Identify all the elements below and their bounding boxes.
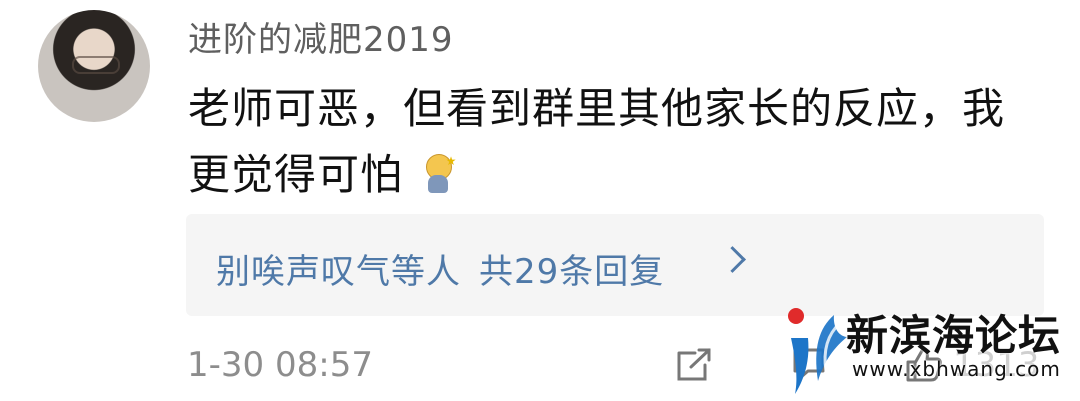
shy-emoji-icon: ★ (421, 152, 457, 196)
replies-link[interactable]: 别唉声叹气等人 共29条回复 (216, 244, 664, 293)
username[interactable]: 进阶的减肥2019 (188, 12, 454, 61)
chevron-right-icon (719, 246, 746, 273)
comment-line-1: 老师可恶，但看到群里其他家长的反应，我 (188, 84, 1006, 133)
site-watermark: 新滨海论坛 www.xbhwang.com (784, 298, 1074, 401)
comment-text: 老师可恶，但看到群里其他家长的反应，我 更觉得可怕 ★ (188, 76, 1048, 208)
comment-line-2: 更觉得可怕 (188, 150, 404, 199)
share-icon[interactable] (675, 347, 713, 383)
watermark-url: www.xbhwang.com (852, 357, 1061, 381)
emoji-star-icon: ★ (445, 154, 458, 168)
watermark-logo-icon (788, 308, 847, 394)
reply-users: 别唉声叹气等人 (216, 252, 461, 292)
watermark-title: 新滨海论坛 (846, 311, 1062, 360)
comment-timestamp: 1-30 08:57 (187, 345, 373, 385)
reply-count: 共29条回复 (479, 252, 665, 292)
user-avatar[interactable] (38, 10, 150, 122)
avatar-glasses (72, 56, 120, 74)
